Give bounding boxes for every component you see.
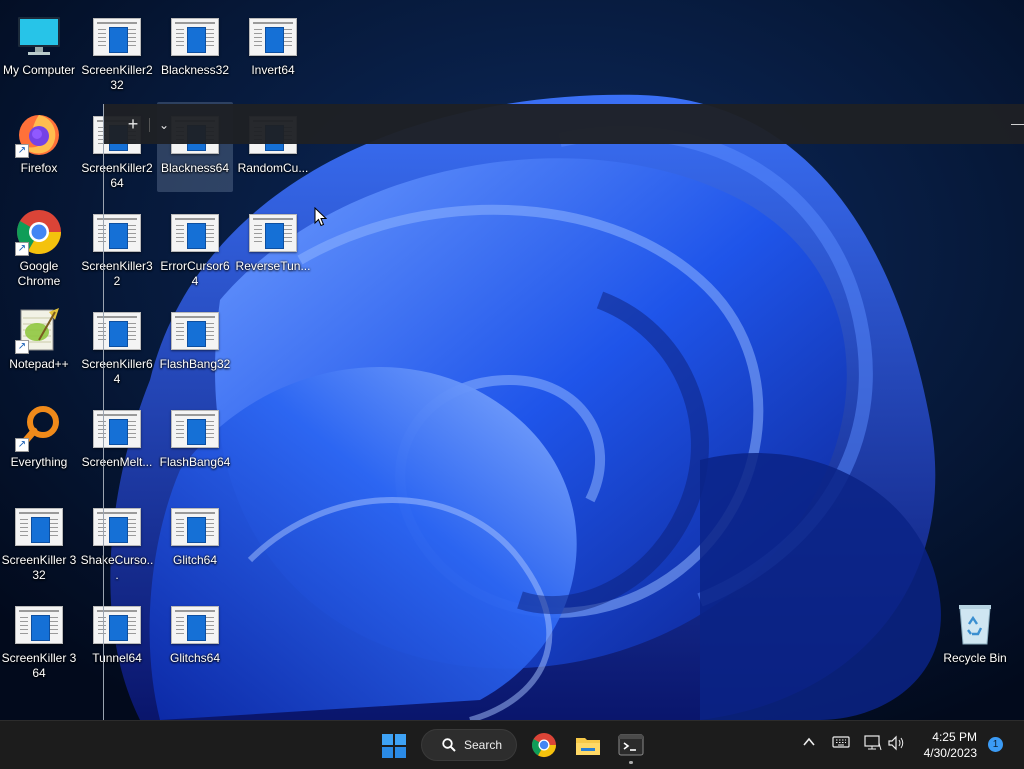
application-icon bbox=[93, 12, 141, 60]
terminal-titlebar[interactable]: + ⌄ — bbox=[104, 104, 1024, 144]
new-tab-button[interactable]: + bbox=[124, 115, 142, 134]
network-icon[interactable] bbox=[864, 735, 882, 754]
desktop-icon-my-computer[interactable]: My Computer bbox=[1, 4, 77, 94]
terminal-icon[interactable] bbox=[616, 729, 646, 761]
desktop-icon-blackness32[interactable]: Blackness32 bbox=[157, 4, 233, 94]
desktop-icon-label: ScreenKiller2 32 bbox=[81, 63, 153, 92]
desktop-icon-screenkiller-3-32[interactable]: ScreenKiller 3 32 bbox=[1, 494, 77, 584]
chevron-up-icon[interactable] bbox=[802, 735, 816, 752]
magnifier-icon: ↗ bbox=[15, 404, 63, 452]
application-icon bbox=[249, 12, 297, 60]
desktop-icon-notepad[interactable]: ↗ Notepad++ bbox=[1, 298, 77, 388]
monitor-icon bbox=[15, 12, 63, 60]
chrome-icon[interactable] bbox=[530, 729, 558, 761]
desktop-icon-firefox[interactable]: ↗ Firefox bbox=[1, 102, 77, 192]
notepad-plus-plus-icon: ↗ bbox=[15, 306, 63, 354]
tab-dropdown-button[interactable]: ⌄ bbox=[156, 116, 172, 134]
file-explorer-icon[interactable] bbox=[574, 729, 602, 761]
desktop-icon-screenkiller-3-64[interactable]: ScreenKiller 3 64 bbox=[1, 592, 77, 682]
desktop-icon-label: Firefox bbox=[20, 161, 58, 175]
running-indicator bbox=[629, 761, 633, 764]
shortcut-arrow-icon: ↗ bbox=[15, 340, 29, 354]
desktop-icon-screenkiller2-32[interactable]: ScreenKiller2 32 bbox=[79, 4, 155, 94]
desktop-icon-google-chrome[interactable]: ↗ Google Chrome bbox=[1, 200, 77, 290]
application-icon bbox=[15, 502, 63, 550]
notification-badge[interactable]: 1 bbox=[988, 737, 1003, 752]
desktop-icon-label: Blackness32 bbox=[160, 63, 230, 77]
shortcut-arrow-icon: ↗ bbox=[15, 242, 29, 256]
titlebar-divider bbox=[149, 118, 150, 132]
desktop-icon-label: Everything bbox=[10, 455, 68, 469]
shortcut-arrow-icon: ↗ bbox=[15, 144, 29, 158]
mouse-cursor-icon bbox=[314, 207, 328, 227]
taskbar: Search 4:25 PM 4/30/2023 bbox=[0, 720, 1024, 769]
firefox-icon: ↗ bbox=[15, 110, 63, 158]
speaker-icon[interactable] bbox=[888, 735, 906, 754]
shortcut-arrow-icon: ↗ bbox=[15, 438, 29, 452]
clock-date: 4/30/2023 bbox=[923, 746, 977, 760]
search-icon bbox=[442, 738, 456, 752]
windows-logo-icon[interactable] bbox=[380, 729, 408, 761]
desktop-icon-label: Google Chrome bbox=[17, 259, 61, 288]
desktop-icon-label: Invert64 bbox=[251, 63, 295, 77]
terminal-window[interactable]: + ⌄ — bbox=[103, 104, 1024, 720]
chrome-icon: ↗ bbox=[15, 208, 63, 256]
desktop-icon-invert64[interactable]: Invert64 bbox=[235, 4, 311, 94]
desktop-icon-everything[interactable]: ↗ Everything bbox=[1, 396, 77, 486]
taskbar-search-button[interactable]: Search bbox=[421, 729, 517, 761]
desktop-icon-label: Notepad++ bbox=[9, 357, 69, 371]
application-icon bbox=[15, 600, 63, 648]
minimize-button[interactable]: — bbox=[1011, 116, 1024, 132]
clock-time: 4:25 PM bbox=[932, 730, 977, 744]
desktop-icon-label: ScreenKiller 3 32 bbox=[1, 553, 77, 582]
desktop-icon-label: ScreenKiller 3 64 bbox=[1, 651, 77, 680]
search-label: Search bbox=[464, 738, 503, 752]
desktop-icon-label: My Computer bbox=[2, 63, 76, 77]
keyboard-icon[interactable] bbox=[832, 735, 850, 752]
application-icon bbox=[171, 12, 219, 60]
system-clock[interactable]: 4:25 PM 4/30/2023 bbox=[905, 729, 977, 761]
